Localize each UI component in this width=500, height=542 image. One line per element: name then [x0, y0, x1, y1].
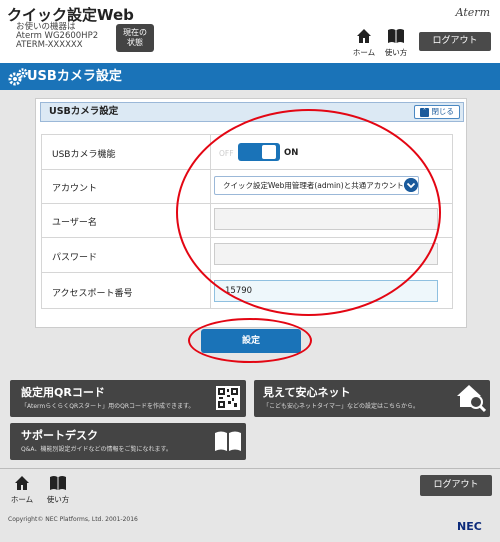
home-button-bottom[interactable]: ホーム	[7, 473, 37, 505]
status-button-line2: 状態	[127, 38, 143, 47]
help-button-bottom[interactable]: 使い方	[43, 473, 73, 505]
help-label-bottom: 使い方	[46, 495, 70, 504]
row-label-usb-camera: USBカメラ機能	[52, 150, 116, 160]
home-icon	[357, 29, 371, 43]
book-icon	[215, 431, 241, 451]
help-button-top[interactable]: 使い方	[381, 26, 411, 58]
collapse-label: 閉じる	[431, 107, 454, 116]
page-title: USBカメラ設定	[27, 69, 122, 84]
qr-tile-title: 設定用QRコード	[21, 386, 105, 399]
book-icon	[388, 29, 404, 43]
support-tile-title: サポートデスク	[21, 429, 98, 442]
support-tile-subtitle: Q&A、機能別設定ガイドなどの情報をご覧になれます。	[21, 446, 172, 453]
status-button-line1: 現在の	[123, 28, 147, 37]
device-name: ATERM-XXXXXX	[16, 40, 83, 50]
home-label-bottom: ホーム	[10, 495, 34, 504]
row-label-port: アクセスポート番号	[52, 289, 133, 299]
help-label-top: 使い方	[384, 48, 408, 57]
row-label-account: アカウント	[52, 184, 98, 194]
copyright: Copyright© NEC Platforms, Ltd. 2001-2016	[8, 516, 138, 523]
logout-button-top[interactable]: ログアウト	[419, 32, 491, 51]
anshin-tile-title: 見えて安心ネット	[263, 386, 351, 399]
home-button-top[interactable]: ホーム	[349, 26, 379, 58]
section-title: USBカメラ設定	[49, 106, 119, 117]
row-label-password: パスワード	[52, 253, 98, 263]
row-label-username: ユーザー名	[52, 218, 97, 228]
logout-button-bottom[interactable]: ログアウト	[420, 475, 492, 496]
book-icon	[50, 476, 66, 490]
collapse-button[interactable]: ˆ 閉じる	[414, 105, 460, 119]
highlight-ring-form	[176, 109, 441, 316]
anshin-tile-subtitle: 「こども安心ネットタイマー」などの設定はこちらから。	[263, 403, 420, 410]
qr-code-icon	[216, 386, 240, 410]
highlight-ring-submit	[188, 318, 312, 363]
brand-logo: Aterm	[455, 6, 490, 19]
home-label-top: ホーム	[352, 48, 376, 57]
current-status-button[interactable]: 現在の 状態	[116, 24, 154, 52]
house-magnifier-icon	[457, 385, 486, 413]
home-icon	[15, 476, 29, 490]
nec-logo: NEC	[457, 520, 482, 533]
gear-icon	[8, 68, 28, 86]
chevron-up-icon: ˆ	[420, 107, 430, 117]
qr-tile-subtitle: 「AtermらくらくQRスタート」用のQRコードを作成できます。	[21, 403, 195, 410]
